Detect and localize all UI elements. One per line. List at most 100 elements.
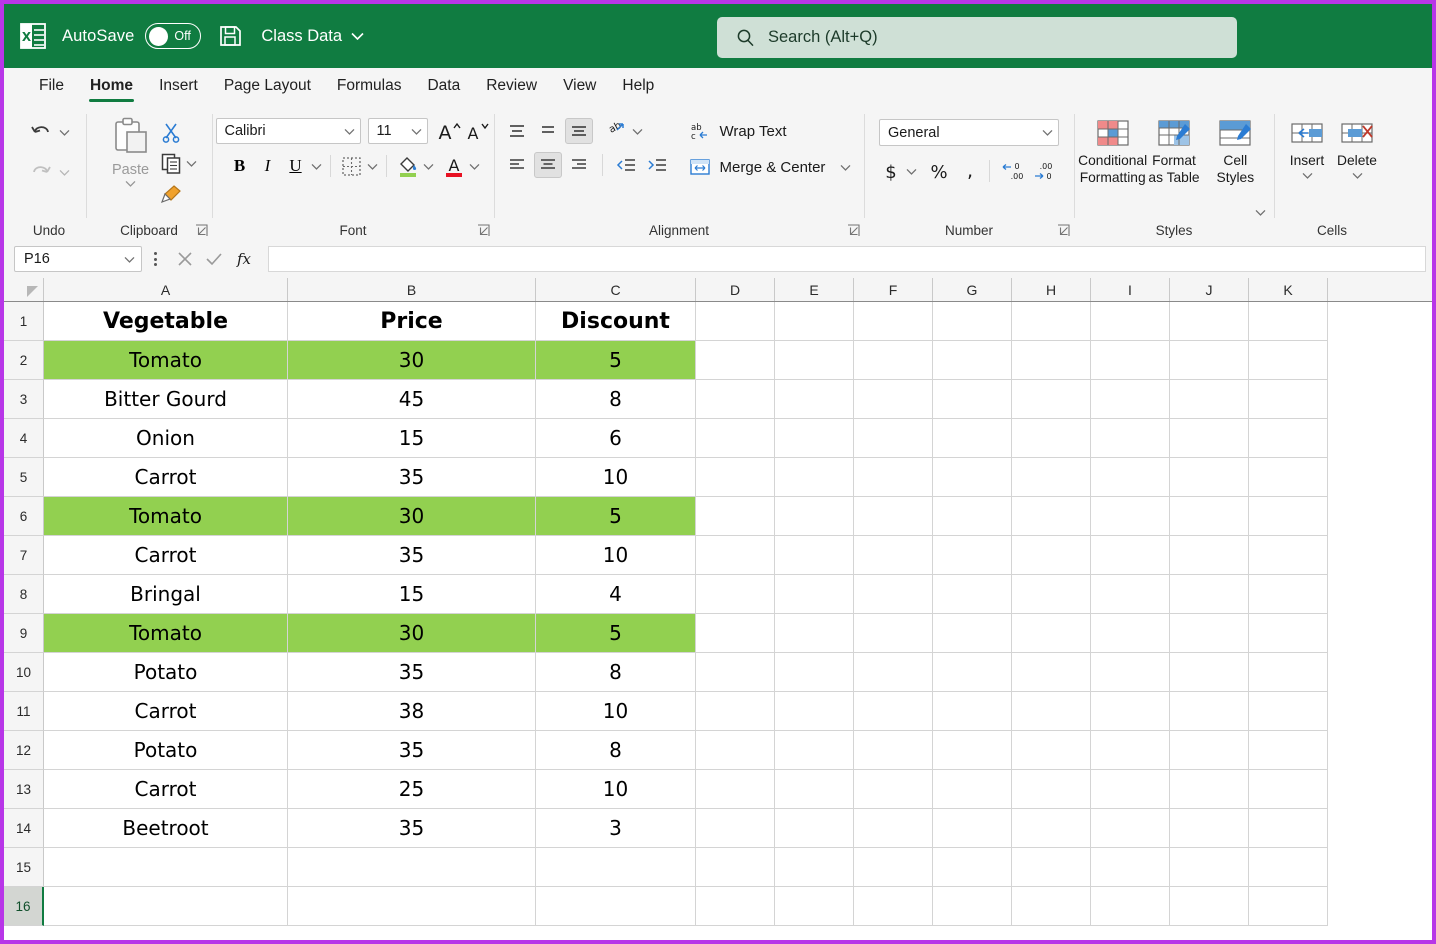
number-dialog-launcher-icon[interactable] xyxy=(1057,224,1070,237)
cell-G10[interactable] xyxy=(933,653,1012,692)
cell-F11[interactable] xyxy=(854,692,933,731)
tab-data[interactable]: Data xyxy=(414,68,473,104)
cell-A3[interactable]: Bitter Gourd xyxy=(44,380,288,419)
cell-J9[interactable] xyxy=(1170,614,1249,653)
row-header-5[interactable]: 5 xyxy=(4,458,44,497)
merge-center-dropdown-icon[interactable] xyxy=(840,164,851,171)
cell-D14[interactable] xyxy=(696,809,775,848)
alignment-dialog-launcher-icon[interactable] xyxy=(847,224,860,237)
percent-button[interactable]: % xyxy=(925,158,953,184)
cell-E16[interactable] xyxy=(775,887,854,926)
tab-insert[interactable]: Insert xyxy=(146,68,211,104)
font-color-dropdown-icon[interactable] xyxy=(469,163,480,170)
row-header-3[interactable]: 3 xyxy=(4,380,44,419)
cell-A1[interactable]: Vegetable xyxy=(44,302,288,341)
cell-F8[interactable] xyxy=(854,575,933,614)
cell-C16[interactable] xyxy=(536,887,696,926)
row-header-7[interactable]: 7 xyxy=(4,536,44,575)
cell-D8[interactable] xyxy=(696,575,775,614)
cell-B11[interactable]: 38 xyxy=(288,692,536,731)
tab-view[interactable]: View xyxy=(550,68,609,104)
increase-decimal-button[interactable]: 0 .00 xyxy=(998,158,1028,184)
number-format-combo[interactable]: General xyxy=(879,119,1059,146)
decrease-indent-button[interactable] xyxy=(612,152,640,178)
column-header-g[interactable]: G xyxy=(933,278,1012,301)
align-bottom-button[interactable] xyxy=(564,118,593,144)
cell-F9[interactable] xyxy=(854,614,933,653)
fill-color-button[interactable] xyxy=(395,153,421,179)
cell-K3[interactable] xyxy=(1249,380,1328,419)
cell-I4[interactable] xyxy=(1091,419,1170,458)
increase-font-size-button[interactable]: A xyxy=(435,118,463,144)
underline-button[interactable]: U xyxy=(283,153,309,179)
currency-button[interactable]: $ xyxy=(878,158,904,184)
cell-D11[interactable] xyxy=(696,692,775,731)
wrap-text-button[interactable]: ab c Wrap Text xyxy=(685,118,856,144)
align-left-button[interactable] xyxy=(503,152,531,178)
column-header-k[interactable]: K xyxy=(1249,278,1328,301)
cell-B4[interactable]: 15 xyxy=(288,419,536,458)
cell-E5[interactable] xyxy=(775,458,854,497)
cell-styles-button[interactable]: Cell Styles xyxy=(1205,116,1266,186)
fill-color-dropdown-icon[interactable] xyxy=(423,163,434,170)
undo-button[interactable] xyxy=(28,120,54,144)
cell-B5[interactable]: 35 xyxy=(288,458,536,497)
cell-F2[interactable] xyxy=(854,341,933,380)
paste-dropdown-icon[interactable] xyxy=(125,180,136,187)
cell-A9[interactable]: Tomato xyxy=(44,614,288,653)
insert-cells-button[interactable]: Insert xyxy=(1282,116,1332,180)
row-header-1[interactable]: 1 xyxy=(4,302,44,341)
cell-J1[interactable] xyxy=(1170,302,1249,341)
underline-dropdown-icon[interactable] xyxy=(311,163,322,170)
column-header-c[interactable]: C xyxy=(536,278,696,301)
cell-I15[interactable] xyxy=(1091,848,1170,887)
cell-I9[interactable] xyxy=(1091,614,1170,653)
cell-K13[interactable] xyxy=(1249,770,1328,809)
cell-B16[interactable] xyxy=(288,887,536,926)
cell-B10[interactable]: 35 xyxy=(288,653,536,692)
redo-button[interactable] xyxy=(28,160,54,184)
cell-G3[interactable] xyxy=(933,380,1012,419)
cell-A12[interactable]: Potato xyxy=(44,731,288,770)
column-header-h[interactable]: H xyxy=(1012,278,1091,301)
cell-I2[interactable] xyxy=(1091,341,1170,380)
cell-F15[interactable] xyxy=(854,848,933,887)
row-header-11[interactable]: 11 xyxy=(4,692,44,731)
cell-D2[interactable] xyxy=(696,341,775,380)
cell-J2[interactable] xyxy=(1170,341,1249,380)
cell-J10[interactable] xyxy=(1170,653,1249,692)
tab-page-layout[interactable]: Page Layout xyxy=(211,68,324,104)
cell-J12[interactable] xyxy=(1170,731,1249,770)
cell-K7[interactable] xyxy=(1249,536,1328,575)
cell-B9[interactable]: 30 xyxy=(288,614,536,653)
cell-I3[interactable] xyxy=(1091,380,1170,419)
cell-G1[interactable] xyxy=(933,302,1012,341)
cell-E11[interactable] xyxy=(775,692,854,731)
cell-H11[interactable] xyxy=(1012,692,1091,731)
orientation-dropdown-icon[interactable] xyxy=(632,128,643,135)
cell-H1[interactable] xyxy=(1012,302,1091,341)
cell-C8[interactable]: 4 xyxy=(536,575,696,614)
cell-I12[interactable] xyxy=(1091,731,1170,770)
cell-D4[interactable] xyxy=(696,419,775,458)
cell-G4[interactable] xyxy=(933,419,1012,458)
cell-C4[interactable]: 6 xyxy=(536,419,696,458)
cell-D3[interactable] xyxy=(696,380,775,419)
cell-J6[interactable] xyxy=(1170,497,1249,536)
cell-J4[interactable] xyxy=(1170,419,1249,458)
cell-H2[interactable] xyxy=(1012,341,1091,380)
cell-A14[interactable]: Beetroot xyxy=(44,809,288,848)
cell-E13[interactable] xyxy=(775,770,854,809)
document-name-button[interactable]: Class Data xyxy=(261,27,364,46)
cell-E12[interactable] xyxy=(775,731,854,770)
font-size-combo[interactable]: 11 xyxy=(367,118,428,144)
delete-cells-button[interactable]: Delete xyxy=(1332,116,1382,180)
column-header-i[interactable]: I xyxy=(1091,278,1170,301)
cell-C10[interactable]: 8 xyxy=(536,653,696,692)
conditional-formatting-button[interactable]: Conditional Formatting xyxy=(1078,116,1266,216)
cell-B15[interactable] xyxy=(288,848,536,887)
name-box-more-icon[interactable] xyxy=(148,252,162,266)
cell-I8[interactable] xyxy=(1091,575,1170,614)
cell-E14[interactable] xyxy=(775,809,854,848)
cell-D16[interactable] xyxy=(696,887,775,926)
